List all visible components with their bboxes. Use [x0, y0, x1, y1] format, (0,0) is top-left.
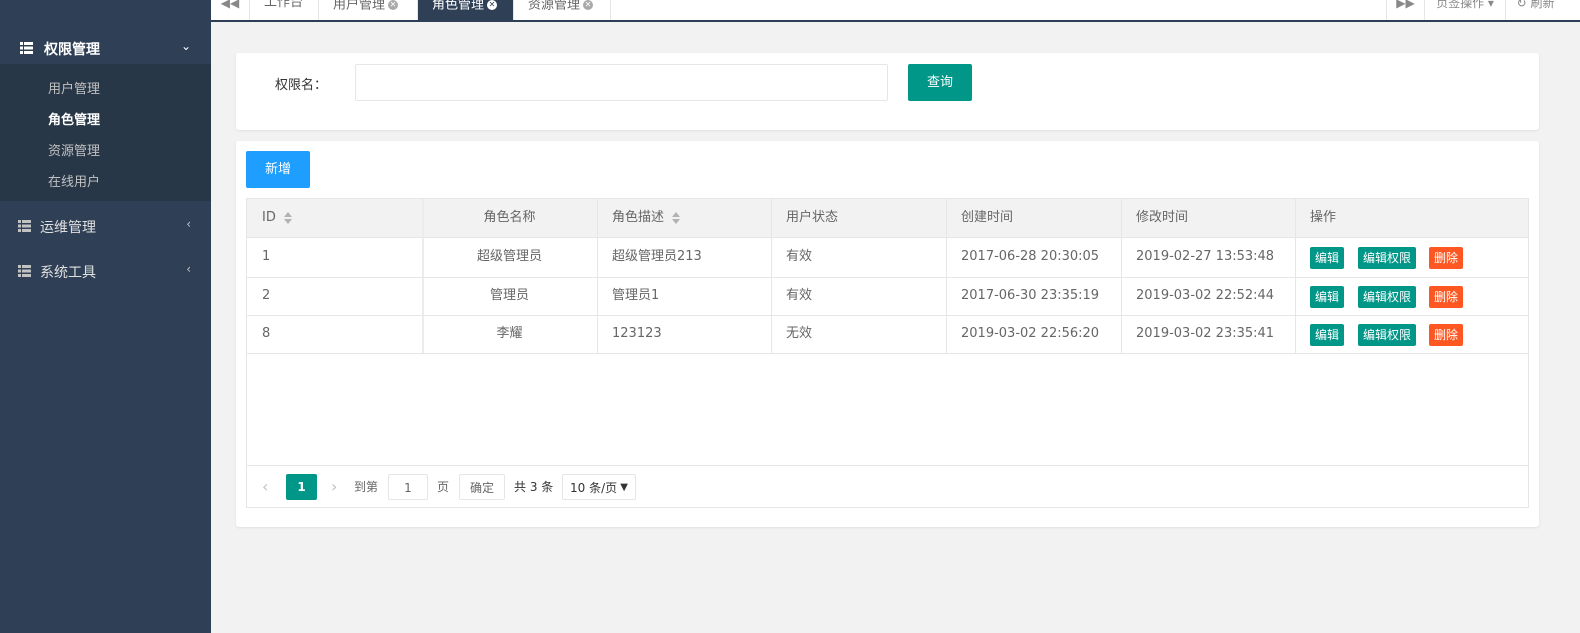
tab-bar: ◀◀ 工作台 用户管理 ✕ 角色管理 ✕ 资源管理 ✕ ▶▶ 页签操作 ▾ ↻ 刷新: [211, 0, 1580, 22]
caret-down-icon: ▾: [1487, 0, 1494, 10]
cell-desc: 123123: [612, 326, 662, 341]
search-label: 权限名：: [275, 78, 328, 93]
col-header-id[interactable]: ID: [247, 199, 422, 237]
sidebar-group-ops[interactable]: 运维管理 ‹: [0, 204, 211, 249]
delete-button[interactable]: 删除: [1429, 247, 1463, 269]
goto-confirm-button[interactable]: 确定: [459, 474, 505, 500]
page-ops-label: 页签操作: [1436, 0, 1485, 10]
page-size-value: 10 条/页: [570, 481, 618, 495]
cell-id: 8: [262, 326, 271, 341]
sidebar-group-label: 运维管理: [40, 220, 96, 236]
query-button[interactable]: 查询: [908, 64, 972, 101]
tab-label: 用户管理: [333, 0, 386, 13]
list-icon: [20, 42, 33, 54]
col-header-actions: 操作: [1310, 210, 1337, 225]
chevron-down-icon: ⌄: [180, 39, 191, 53]
sort-icon[interactable]: [672, 211, 681, 224]
edit-button[interactable]: 编辑: [1310, 324, 1344, 346]
col-header-label: ID: [262, 210, 276, 225]
refresh-icon: ↻: [1516, 0, 1527, 10]
tab-role-management[interactable]: 角色管理 ✕: [418, 0, 514, 20]
tab-label: 角色管理: [432, 0, 485, 13]
cell-status: 无效: [786, 326, 813, 341]
page-unit-label: 页: [437, 480, 450, 494]
cell-modified: 2019-03-02 23:35:41: [1136, 326, 1275, 341]
cell-name: 李耀: [496, 326, 523, 341]
sidebar-item-users[interactable]: 用户管理: [48, 78, 100, 97]
cell-desc: 超级管理员213: [612, 249, 702, 264]
chevron-left-icon[interactable]: ‹: [262, 474, 268, 500]
tab-next-button[interactable]: ▶▶: [1386, 0, 1424, 20]
tab-user-management[interactable]: 用户管理 ✕: [319, 0, 418, 20]
permission-name-input[interactable]: [355, 64, 888, 101]
page-ops-dropdown[interactable]: 页签操作 ▾: [1424, 0, 1505, 20]
tab-resource-management[interactable]: 资源管理 ✕: [514, 0, 611, 20]
list-icon: [18, 265, 31, 277]
edit-permission-button[interactable]: 编辑权限: [1358, 324, 1416, 346]
caret-down-icon: ▼: [620, 482, 628, 493]
cell-status: 有效: [786, 249, 813, 264]
cell-created: 2017-06-28 20:30:05: [961, 249, 1100, 264]
cell-created: 2017-06-30 23:35:19: [961, 288, 1100, 303]
cell-name: 管理员: [489, 288, 529, 303]
tab-workbench[interactable]: 工作台: [250, 0, 319, 20]
sidebar-item-resources[interactable]: 资源管理: [48, 140, 100, 159]
total-count: 共 3 条: [514, 480, 554, 494]
cell-desc: 管理员1: [612, 288, 660, 303]
col-header-name: 角色名称: [483, 210, 536, 225]
chevron-left-icon: ‹: [186, 217, 191, 231]
refresh-label: 刷新: [1530, 0, 1555, 10]
sidebar-item-online-users[interactable]: 在线用户: [48, 171, 100, 190]
cell-modified: 2019-03-02 22:52:44: [1136, 288, 1275, 303]
edit-button[interactable]: 编辑: [1310, 247, 1344, 269]
close-icon[interactable]: ✕: [583, 0, 594, 10]
page-size-select[interactable]: 10 条/页 ▼: [562, 474, 636, 500]
goto-label: 到第: [354, 480, 379, 494]
list-icon: [18, 220, 31, 232]
cell-id: 1: [262, 249, 271, 264]
page-current[interactable]: 1: [286, 474, 317, 500]
cell-id: 2: [262, 288, 271, 303]
tab-prev-button[interactable]: ◀◀: [211, 0, 250, 20]
edit-permission-button[interactable]: 编辑权限: [1358, 247, 1416, 269]
sidebar-group-label: 权限管理: [44, 42, 100, 58]
edit-permission-button[interactable]: 编辑权限: [1358, 286, 1416, 308]
sidebar-submenu: 用户管理 角色管理 资源管理 在线用户: [0, 64, 211, 201]
col-header-modified: 修改时间: [1136, 210, 1189, 225]
goto-page-input[interactable]: 1: [388, 474, 428, 500]
cell-created: 2019-03-02 22:56:20: [961, 326, 1100, 341]
cell-name: 超级管理员: [476, 249, 542, 264]
col-header-desc[interactable]: 角色描述: [597, 199, 772, 237]
pagination: ‹ 1 › 到第 1 页 确定 共 3 条 10 条/页 ▼: [247, 465, 1528, 507]
tab-label: 资源管理: [528, 0, 581, 13]
sidebar-group-tools[interactable]: 系统工具 ‹: [0, 249, 211, 294]
col-header-created: 创建时间: [961, 210, 1014, 225]
sort-icon[interactable]: [283, 211, 292, 224]
col-header-label: 角色描述: [612, 210, 665, 225]
row-divider: [247, 353, 1528, 354]
role-table: ID 角色名称 角色描述 用户状态 创建时间 修改时间 操作 1 超级管理员 超…: [246, 198, 1529, 508]
col-header-status: 用户状态: [786, 210, 839, 225]
chevron-left-icon: ‹: [186, 262, 191, 276]
cell-modified: 2019-02-27 13:53:48: [1136, 249, 1275, 264]
chevron-right-icon[interactable]: ›: [331, 474, 337, 500]
sidebar: 权限管理 ⌄ 用户管理 角色管理 资源管理 在线用户 运维管理 ‹ 系统工具 ‹: [0, 0, 211, 633]
tab-label: 工作台: [264, 0, 304, 10]
edit-button[interactable]: 编辑: [1310, 286, 1344, 308]
delete-button[interactable]: 删除: [1429, 324, 1463, 346]
sidebar-group-label: 系统工具: [40, 265, 96, 281]
refresh-button[interactable]: ↻ 刷新: [1505, 0, 1565, 20]
sidebar-item-roles[interactable]: 角色管理: [48, 109, 100, 128]
cell-status: 有效: [786, 288, 813, 303]
delete-button[interactable]: 删除: [1429, 286, 1463, 308]
close-icon[interactable]: ✕: [388, 0, 399, 10]
close-icon[interactable]: ✕: [487, 0, 498, 10]
add-button[interactable]: 新增: [246, 151, 310, 188]
